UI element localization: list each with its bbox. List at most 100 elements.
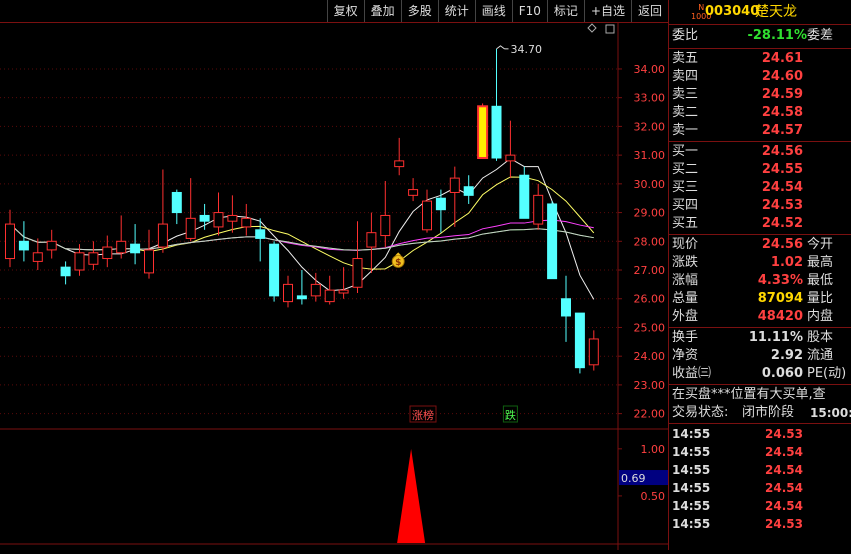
y-tick-label: 29.00 [634,207,666,220]
y-tick-label: 22.00 [634,408,666,421]
candle-body-down [547,203,558,280]
candle-body-down [491,105,502,159]
toolbar-button-4[interactable]: 画线 [474,0,512,22]
fund-stat-label2: PE(动) [807,366,847,381]
fund-stat-row: 换手 11.11% 股本 [669,329,851,347]
y-tick-label: 24.00 [634,350,666,363]
toolbar-button-0[interactable]: 复权 [326,0,364,22]
candle-body-down [60,266,71,277]
tick-row[interactable]: 14:55 24.54 [669,497,851,515]
sell-level-row[interactable]: 卖五 24.61 [669,50,851,68]
candle-body-down [130,243,141,254]
tick-list[interactable]: 14:55 24.53 14:55 24.54 14:55 24.54 14:55 24.54… [669,425,851,533]
chart-marker-label: 涨榜 [412,408,434,422]
sell-orders: 卖五 24.61 卖四 24.60 卖三 24.59 卖二 24.58 卖一 24.57 [669,50,851,140]
tick-row[interactable]: 14:55 24.54 [669,461,851,479]
fund-stat-label: 换手 [672,330,699,345]
weibi-value: -28.11% [747,28,807,43]
candle-body-up [116,240,127,254]
sell-level-price: 24.59 [761,87,803,102]
buy-orders: 买一 24.56 买二 24.55 买三 24.54 买四 24.53 买五 24.52 [669,143,851,233]
tick-row[interactable]: 14:55 24.54 [669,443,851,461]
sell-level-row[interactable]: 卖二 24.58 [669,104,851,122]
sell-level-price: 24.61 [761,51,803,66]
sell-level-label: 卖四 [672,69,699,84]
quote-stat-label2: 今开 [807,237,834,252]
notice-row[interactable]: 在买盘***位置有大买单,查 [669,386,851,404]
candle-body-up [533,194,544,225]
candle-body-up [88,252,99,265]
tick-time: 14:55 [672,463,711,477]
y-tick-label: 33.00 [634,92,666,105]
quote-stat-label: 总量 [672,291,699,306]
candle-body-up [102,246,113,260]
toolbar-button-6[interactable]: 标记 [546,0,584,22]
buy-level-price: 24.53 [761,198,803,213]
candle-body-up [227,214,238,222]
quote-stat-label: 现价 [672,237,699,252]
quote-stat-label: 涨跌 [672,255,699,270]
tick-price: 24.54 [765,445,803,459]
candle-body-down [18,240,29,251]
sell-level-price: 24.57 [761,123,803,138]
candle-body-down [519,174,530,219]
tick-time: 14:55 [672,481,711,495]
candle-body-up [241,217,252,228]
candle-body-up [338,289,349,294]
quote-stat-row: 现价 24.56 今开 [669,236,851,254]
big-order-notice[interactable]: 在买盘***位置有大买单,查 [672,386,826,404]
trade-status-row: 交易状态: 闭市阶段 15:00: [669,404,851,422]
quote-stat-row: 总量 87094 量比 [669,290,851,308]
fund-stat-label: 净资 [672,348,699,363]
buy-level-row[interactable]: 买五 24.52 [669,215,851,233]
toolbar-button-2[interactable]: 多股 [400,0,438,22]
sell-level-price: 24.60 [761,69,803,84]
fund-stat-row: 收益㈢ 0.060 PE(动) [669,365,851,383]
buy-level-row[interactable]: 买一 24.56 [669,143,851,161]
y-tick-label: 28.00 [634,235,666,248]
y-tick-label: 27.00 [634,264,666,277]
tick-row[interactable]: 14:55 24.53 [669,515,851,533]
toolbar-button-8[interactable]: 返回 [630,0,668,22]
candle-body-down [463,186,474,196]
y-tick-label: 30.00 [634,178,666,191]
kline-chart[interactable]: 34.00 33.00 32.00 31.00 30.00 29.00 28.00 27.00… [0,23,668,550]
candle-body-up [283,283,293,303]
buy-level-row[interactable]: 买四 24.53 [669,197,851,215]
toolbar-button-3[interactable]: 统计 [437,0,475,22]
tick-time: 14:55 [672,427,711,441]
candle-body-up [324,289,335,303]
toolbar-button-5[interactable]: F10 [511,0,547,22]
candle-body-up [588,338,599,366]
quote-stat-value: 4.33% [757,273,803,288]
fund-stat-value: 11.11% [748,330,803,345]
candle-body-down [171,191,182,214]
quote-stat-value: 48420 [757,309,803,324]
buy-level-row[interactable]: 买三 24.54 [669,179,851,197]
tick-price: 24.54 [765,499,803,513]
quote-stat-row: 涨跌 1.02 最高 [669,254,851,272]
sell-level-row[interactable]: 卖四 24.60 [669,68,851,86]
buy-level-price: 24.54 [761,180,803,195]
sell-level-row[interactable]: 卖三 24.59 [669,86,851,104]
tick-row[interactable]: 14:55 24.54 [669,479,851,497]
sell-level-row[interactable]: 卖一 24.57 [669,122,851,140]
limit-up-candle [477,105,489,160]
y-tick-label: 25.00 [634,321,666,334]
toolbar-button-1[interactable]: 叠加 [363,0,401,22]
divider [669,327,851,328]
candle-body-up [310,283,321,297]
tick-row[interactable]: 14:55 24.53 [669,425,851,443]
square-icon [605,24,615,34]
toolbar-button-7[interactable]: +自选 [583,0,631,22]
quote-stat-label2: 量比 [807,291,834,306]
candle-body-up [213,212,224,228]
candle-body-down [199,214,210,222]
fund-stat-label2: 流通 [807,348,834,363]
buy-level-label: 买三 [672,180,699,195]
tick-price: 24.53 [765,517,803,531]
buy-level-row[interactable]: 买二 24.55 [669,161,851,179]
chart-svg: 34.00 33.00 32.00 31.00 30.00 29.00 28.00 27.00… [0,23,668,550]
divider [669,141,851,142]
weicha-label: 委差 [807,28,834,43]
